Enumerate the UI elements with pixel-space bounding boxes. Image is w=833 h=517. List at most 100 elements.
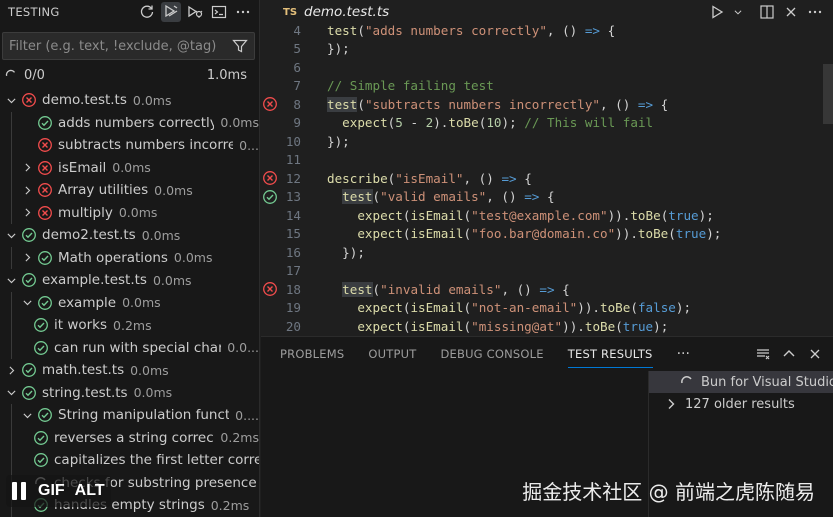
ellipsis-icon[interactable] (807, 4, 823, 20)
test-filter-input[interactable] (9, 38, 232, 54)
chevron-down-icon[interactable] (4, 93, 18, 107)
test-pass-icon (37, 115, 53, 131)
test-tree-item[interactable]: multiply 0.0ms (0, 201, 259, 224)
clear-list-icon[interactable] (755, 346, 771, 362)
pause-icon[interactable] (12, 482, 28, 500)
test-item-label: reverses a string correctly (54, 429, 215, 446)
run-all-tests-button[interactable] (161, 2, 181, 22)
chevron-down-icon[interactable] (4, 273, 18, 287)
test-item-duration: 0.0ms (141, 227, 181, 243)
test-item-duration: 0.0ms (112, 160, 151, 176)
code-line: 20 expect(isEmail("missing@at")).toBe(tr… (261, 317, 833, 336)
chevron-right-icon[interactable] (20, 183, 34, 197)
test-pass-icon (33, 452, 49, 468)
code-line: 7 // Simple failing test (261, 77, 833, 96)
close-icon[interactable] (807, 346, 823, 362)
test-tree-item[interactable]: it works 0.2ms (0, 314, 259, 337)
close-icon[interactable] (783, 4, 799, 20)
test-result-item[interactable]: 127 older results (649, 393, 833, 415)
test-pass-icon (33, 317, 49, 333)
test-tree-item[interactable]: math.test.ts 0.0ms (0, 359, 259, 382)
test-tree-item[interactable]: demo2.test.ts 0.0ms (0, 224, 259, 247)
split-editor-icon[interactable] (759, 4, 775, 20)
debug-all-tests-button[interactable] (185, 2, 205, 22)
test-tree-item[interactable]: adds numbers correctly 0.0ms (0, 111, 259, 134)
indent-guide (11, 111, 12, 134)
test-fail-icon (37, 205, 53, 221)
test-tree-item[interactable]: String manipulation functions 0.... (0, 404, 259, 427)
panel-tab-test-results[interactable]: TEST RESULTS (567, 341, 653, 368)
typescript-file-icon: TS (283, 6, 298, 18)
editor-tab-bar: TS demo.test.ts (261, 0, 833, 24)
run-all-icon (165, 4, 178, 18)
test-tree-item[interactable]: Math operations 0.0ms (0, 246, 259, 269)
chevron-down-icon[interactable] (733, 4, 743, 20)
code-line: 19 expect(isEmail("not-an-email")).toBe(… (261, 299, 833, 318)
editor-tab-demo-test[interactable]: demo.test.ts (304, 4, 709, 20)
panel-tab-problems[interactable]: PROBLEMS (280, 341, 344, 367)
test-tree-item[interactable]: demo.test.ts 0.0ms (0, 89, 259, 112)
filter-icon[interactable] (232, 38, 248, 54)
indent-guide (11, 246, 12, 269)
test-tree-item[interactable]: reverses a string correctly 0.2ms (0, 426, 259, 449)
more-actions-button[interactable] (233, 2, 253, 22)
gif-label: GIF (38, 482, 65, 499)
test-item-label: it works (54, 317, 108, 334)
test-pass-icon (37, 407, 53, 423)
testing-sidebar: TESTING 0/0 1.0ms demo.test.ts0. (0, 0, 260, 517)
alt-label[interactable]: ALT (75, 482, 105, 500)
line-number: 18 (285, 281, 301, 297)
test-tree-item[interactable]: Array utilities 0.0ms (0, 179, 259, 202)
test-tree-item[interactable]: can run with special chars :) 0.0... (0, 336, 259, 359)
test-item-label: can run with special chars :) (54, 339, 221, 356)
indent-guide (11, 179, 12, 202)
test-tree-item[interactable]: subtracts numbers incorrectly 0... (0, 134, 259, 157)
show-output-button[interactable] (209, 2, 229, 22)
test-tree-item[interactable]: string.test.ts 0.0ms (0, 382, 259, 405)
test-fail-icon (21, 92, 37, 108)
code-text: expect(isEmail("test@example.com")).toBe… (357, 207, 714, 223)
code-line: 11 (261, 151, 833, 170)
test-item-label: string.test.ts (42, 384, 128, 401)
chevron-right-icon[interactable] (663, 396, 679, 412)
panel-more-tabs[interactable]: ··· (677, 346, 690, 362)
test-pass-icon (33, 340, 49, 356)
panel-tab-debug-console[interactable]: DEBUG CONSOLE (440, 341, 543, 367)
chevron-right-icon[interactable] (20, 206, 34, 220)
line-number: 5 (293, 41, 301, 57)
code-text: describe("isEmail", () => { (327, 170, 532, 186)
watermark: 掘金技术社区 @ 前端之虎陈随易 (522, 480, 815, 504)
code-line: 18 test("invalid emails", () => { (261, 280, 833, 299)
chevron-down-icon[interactable] (20, 296, 34, 310)
chevron-right-icon[interactable] (20, 251, 34, 265)
test-tree-item[interactable]: isEmail 0.0ms (0, 156, 259, 179)
chevron-down-icon[interactable] (4, 228, 18, 242)
chevron-up-icon[interactable] (781, 346, 797, 362)
refresh-tests-button[interactable] (137, 2, 157, 22)
editor-scrollbar[interactable] (823, 64, 833, 124)
line-number: 9 (293, 115, 301, 131)
line-number: 10 (285, 133, 301, 149)
test-tree-item[interactable]: example 0.0ms (0, 291, 259, 314)
test-item-duration: 0.0ms (122, 295, 161, 311)
run-file-icon[interactable] (709, 4, 725, 20)
line-number: 16 (285, 244, 301, 260)
panel-tab-output[interactable]: OUTPUT (368, 341, 416, 367)
chevron-down-icon[interactable] (20, 408, 34, 422)
spinner-icon (5, 69, 16, 77)
code-area[interactable]: 4 test("adds numbers correctly", () => {5… (261, 24, 833, 336)
indent-guide (11, 449, 12, 472)
chevron-down-icon[interactable] (4, 386, 18, 400)
chevron-right-icon[interactable] (4, 363, 18, 377)
code-text: }); (327, 244, 365, 260)
test-tree-item[interactable]: capitalizes the first letter corre... (0, 449, 259, 472)
test-tree-item[interactable]: example.test.ts 0.0ms (0, 269, 259, 292)
test-item-duration: 0.0ms (173, 250, 213, 266)
indent-guide (11, 156, 12, 179)
test-result-item[interactable]: Bun for Visual Studio... (649, 371, 833, 393)
chevron-right-icon[interactable] (20, 161, 34, 175)
code-line: 16 }); (261, 243, 833, 262)
